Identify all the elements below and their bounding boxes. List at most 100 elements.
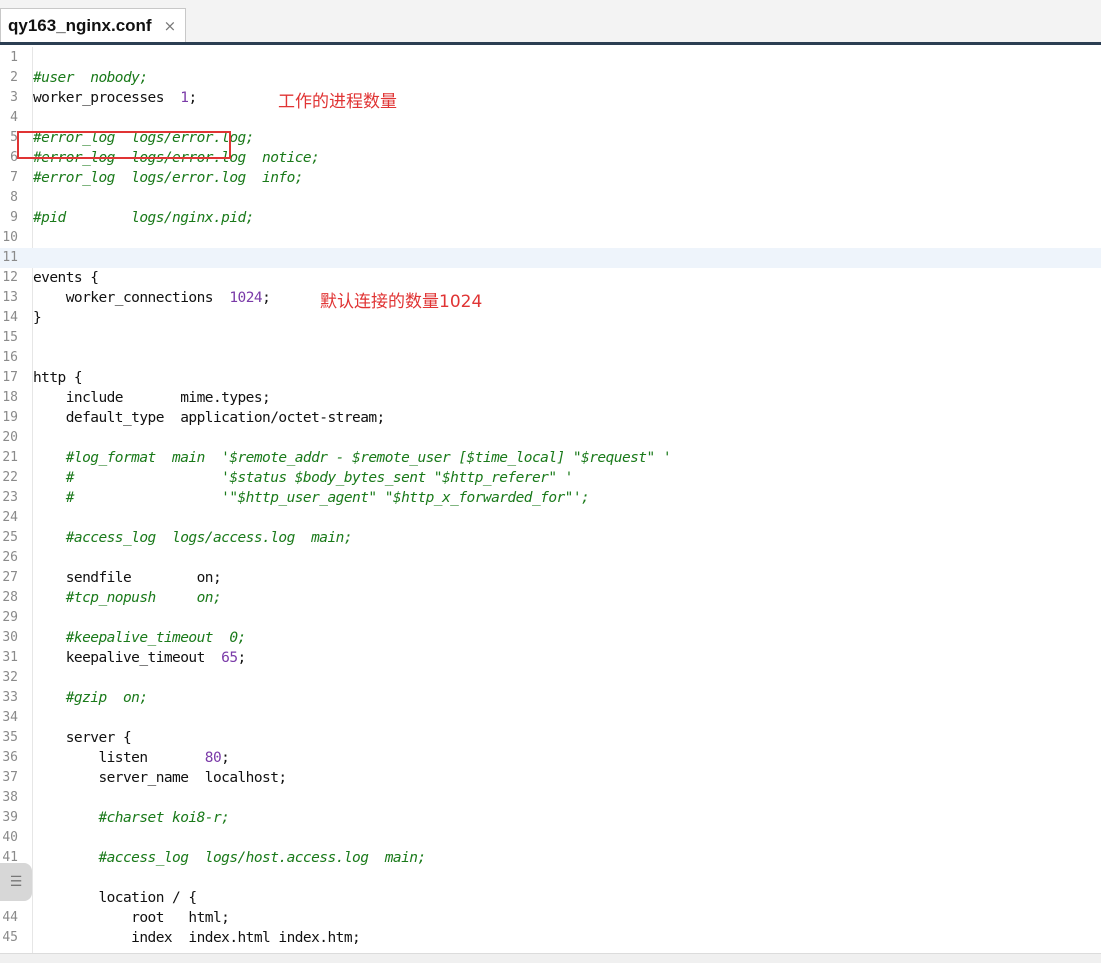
menu-icon: ☰ (9, 874, 23, 890)
code-comment: #access_log logs/host.access.log main; (33, 850, 426, 866)
code-line[interactable]: 11 (0, 248, 1101, 268)
code-line[interactable]: 3 worker_processes 1; (0, 88, 1101, 108)
line-number: 1 (10, 50, 18, 65)
line-number: 25 (2, 530, 18, 545)
line-number: 22 (2, 470, 18, 485)
code-line[interactable]: 19 default_type application/octet-stream… (0, 408, 1101, 428)
code-text: sendfile on; (33, 570, 222, 586)
line-number: 8 (10, 190, 18, 205)
code-line[interactable]: 2 #user nobody; (0, 68, 1101, 88)
code-line[interactable]: 42 (0, 868, 1101, 888)
code-line[interactable]: 29 (0, 608, 1101, 628)
line-code: location / { (33, 888, 197, 908)
code-line[interactable]: 15 (0, 328, 1101, 348)
code-comment: #charset koi8-r; (33, 810, 230, 826)
annotation-worker-processes: 工作的进程数量 (278, 92, 397, 112)
code-line[interactable]: 41 #access_log logs/host.access.log main… (0, 848, 1101, 868)
line-code: sendfile on; (33, 568, 222, 588)
line-code: events { (33, 268, 99, 288)
line-code: #access_log logs/host.access.log main; (33, 848, 426, 868)
code-line[interactable]: 37 server_name localhost; (0, 768, 1101, 788)
line-code: # '"$http_user_agent" "$http_x_forwarded… (33, 488, 590, 508)
line-number: 36 (2, 750, 18, 765)
line-code: server_name localhost; (33, 768, 287, 788)
code-line[interactable]: 4 (0, 108, 1101, 128)
side-panel-handle[interactable]: ☰ (0, 863, 32, 901)
line-number: 34 (2, 710, 18, 725)
code-line[interactable]: 7 #error_log logs/error.log info; (0, 168, 1101, 188)
line-number: 40 (2, 830, 18, 845)
line-number: 17 (2, 370, 18, 385)
code-line[interactable]: 16 (0, 348, 1101, 368)
code-text: server_name localhost; (33, 770, 287, 786)
code-line[interactable]: 28 #tcp_nopush on; (0, 588, 1101, 608)
code-line[interactable]: 36 listen 80; (0, 748, 1101, 768)
code-line[interactable]: 43 location / { (0, 888, 1101, 908)
code-line[interactable]: 30 #keepalive_timeout 0; (0, 628, 1101, 648)
code-line[interactable]: 22 # '$status $body_bytes_sent "$http_re… (0, 468, 1101, 488)
line-code: } (33, 308, 42, 328)
code-line[interactable]: 9 #pid logs/nginx.pid; (0, 208, 1101, 228)
code-line[interactable]: 8 (0, 188, 1101, 208)
code-line[interactable]: 24 (0, 508, 1101, 528)
code-text: root html; (33, 910, 230, 926)
line-number: 4 (10, 110, 18, 125)
code-text: worker_processes (33, 90, 181, 106)
line-code: default_type application/octet-stream; (33, 408, 386, 428)
line-code: #charset koi8-r; (33, 808, 229, 828)
horizontal-scrollbar[interactable] (0, 953, 1101, 963)
code-line[interactable]: 10 (0, 228, 1101, 248)
code-line[interactable]: 39 #charset koi8-r; (0, 808, 1101, 828)
line-number: 28 (2, 590, 18, 605)
line-code: server { (33, 728, 132, 748)
code-line[interactable]: 33 #gzip on; (0, 688, 1101, 708)
code-line[interactable]: 45 index index.html index.htm; (0, 928, 1101, 948)
line-number: 9 (10, 210, 18, 225)
code-comment: #error_log logs/error.log info; (33, 170, 303, 186)
code-line[interactable]: 1 (0, 48, 1101, 68)
line-code: #access_log logs/access.log main; (33, 528, 353, 548)
code-line[interactable]: 14} (0, 308, 1101, 328)
code-line[interactable]: 18 include mime.types; (0, 388, 1101, 408)
tab-file[interactable]: qy163_nginx.conf × (0, 8, 186, 42)
line-code: include mime.types; (33, 388, 271, 408)
line-code: http { (33, 368, 83, 388)
code-line[interactable]: 38 (0, 788, 1101, 808)
code-comment: #user nobody; (33, 70, 148, 86)
code-text: default_type application/octet-stream; (33, 410, 386, 426)
tab-title: qy163_nginx.conf (8, 15, 152, 35)
code-text: events { (33, 270, 99, 286)
code-line[interactable]: 23 # '"$http_user_agent" "$http_x_forwar… (0, 488, 1101, 508)
code-line[interactable]: 31 keepalive_timeout 65; (0, 648, 1101, 668)
code-line[interactable]: 26 (0, 548, 1101, 568)
line-code: listen 80; (33, 748, 229, 768)
code-line[interactable]: 21 #log_format main '$remote_addr - $rem… (0, 448, 1101, 468)
code-line[interactable]: 17 http { (0, 368, 1101, 388)
line-number: 30 (2, 630, 18, 645)
code-line[interactable]: 25 #access_log logs/access.log main; (0, 528, 1101, 548)
line-code: #log_format main '$remote_addr - $remote… (33, 448, 672, 468)
code-text: ; (221, 750, 230, 766)
code-line[interactable]: 32 (0, 668, 1101, 688)
code-line[interactable]: 44 root html; (0, 908, 1101, 928)
code-editor[interactable]: 1 2 #user nobody; 3 worker_processes 1; 4 5 #er… (0, 47, 1101, 953)
code-text: worker_connections (33, 290, 230, 306)
line-code: index index.html index.htm; (33, 928, 361, 948)
line-number: 16 (2, 350, 18, 365)
code-line[interactable]: 27 sendfile on; (0, 568, 1101, 588)
code-line[interactable]: 20 (0, 428, 1101, 448)
code-text: include mime.types; (33, 390, 271, 406)
code-line[interactable]: 12 events { (0, 268, 1101, 288)
line-code: #tcp_nopush on; (33, 588, 222, 608)
code-text: } (33, 310, 42, 326)
code-line[interactable]: 40 (0, 828, 1101, 848)
line-code: #keepalive_timeout 0; (33, 628, 247, 648)
line-code: keepalive_timeout 65; (33, 648, 247, 668)
code-text: ; (237, 650, 247, 666)
code-line[interactable]: 35 server { (0, 728, 1101, 748)
code-line[interactable]: 34 (0, 708, 1101, 728)
line-number: 32 (2, 670, 18, 685)
line-code: #pid logs/nginx.pid; (33, 208, 254, 228)
code-line[interactable]: 13 worker_connections 1024; (0, 288, 1101, 308)
close-icon[interactable]: × (164, 17, 177, 35)
